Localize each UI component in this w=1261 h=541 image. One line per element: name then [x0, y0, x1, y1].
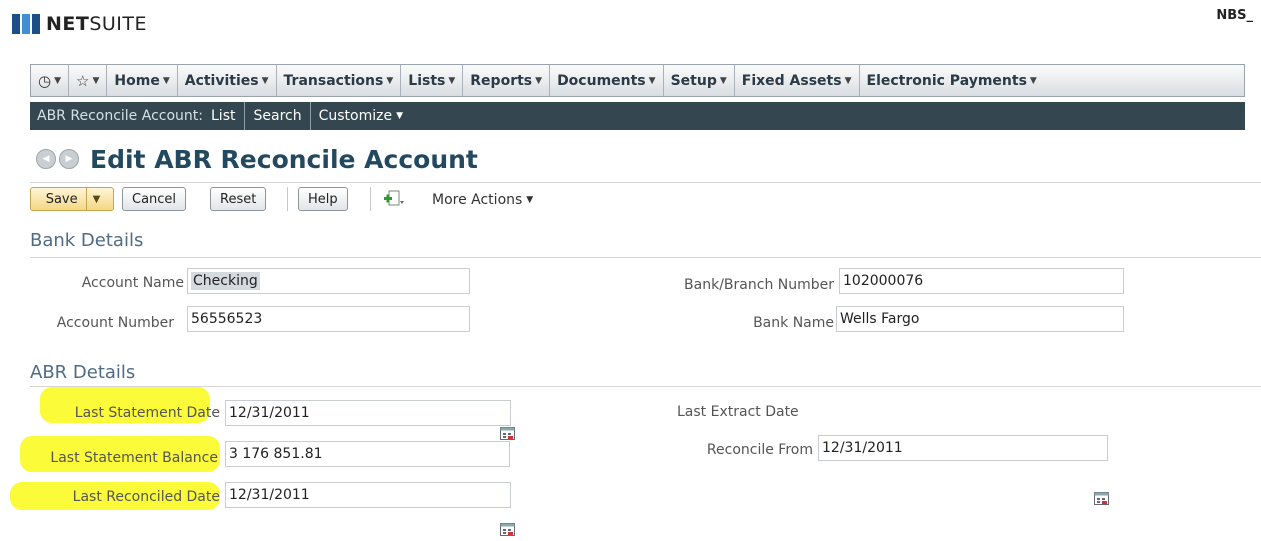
chevron-down-icon: ▼ — [396, 111, 404, 121]
reconcile-from-field[interactable]: 12/31/2011 — [818, 435, 1108, 461]
chevron-down-icon: ▼ — [719, 75, 727, 86]
last-reconciled-date-value: 12/31/2011 — [229, 487, 310, 503]
chevron-down-icon: ▼ — [386, 75, 394, 86]
reset-button[interactable]: Reset — [210, 187, 267, 211]
nav-label: Electronic Payments — [866, 72, 1027, 89]
nav-label: Transactions — [283, 72, 384, 89]
last-reconciled-date-label: Last Reconciled Date — [72, 489, 220, 505]
calendar-icon[interactable] — [1094, 491, 1110, 505]
toolbar-divider — [370, 187, 371, 211]
new-record-icon[interactable] — [383, 189, 405, 209]
chevron-down-icon: ▼ — [261, 75, 269, 86]
netsuite-logo[interactable]: NETSUITE — [12, 8, 147, 40]
chevron-down-icon: ▼ — [1029, 75, 1037, 86]
nav-label: Fixed Assets — [741, 72, 842, 89]
last-reconciled-date-field[interactable]: 12/31/2011 — [225, 482, 511, 508]
star-icon: ☆ — [76, 71, 90, 90]
user-label[interactable]: NBS_ — [1216, 8, 1253, 23]
nav-activities[interactable]: Activities ▼ — [178, 65, 277, 96]
chevron-down-icon: ▼ — [448, 75, 456, 86]
nav-label: Reports — [470, 72, 533, 89]
customize-label: Customize — [318, 108, 393, 124]
chevron-down-icon: ▼ — [162, 75, 170, 86]
list-link[interactable]: List — [209, 102, 244, 130]
logo-text: NETSUITE — [46, 13, 148, 35]
cancel-button[interactable]: Cancel — [122, 187, 187, 211]
chevron-down-icon: ▼ — [54, 75, 62, 86]
netsuite-logo-icon — [12, 12, 40, 36]
last-statement-balance-field[interactable]: 3 176 851.81 — [225, 441, 510, 467]
search-link[interactable]: Search — [244, 102, 309, 130]
account-name-field[interactable]: Checking — [187, 268, 470, 294]
chevron-down-icon: ▼ — [92, 75, 100, 86]
account-number-field[interactable]: 56556523 — [187, 306, 470, 332]
nav-label: Lists — [408, 72, 446, 89]
bank-name-label: Bank Name — [753, 315, 834, 331]
account-number-value: 56556523 — [191, 311, 263, 327]
next-record-icon[interactable]: ▶ — [59, 149, 79, 169]
nav-label: Home — [114, 72, 160, 89]
reconcile-from-label: Reconcile From — [706, 442, 813, 458]
help-button[interactable]: Help — [298, 187, 348, 211]
nav-label: Documents — [557, 72, 646, 89]
record-subnav: ABR Reconcile Account: List Search Custo… — [30, 102, 1245, 130]
nav-label: Setup — [670, 72, 717, 89]
record-type-label: ABR Reconcile Account: — [37, 108, 203, 124]
recent-records-menu[interactable]: ◷ ▼ — [31, 65, 70, 96]
nav-documents[interactable]: Documents ▼ — [550, 65, 664, 96]
page-title: Edit ABR Reconcile Account — [90, 144, 478, 174]
chevron-down-icon: ▼ — [535, 75, 543, 86]
clock-icon: ◷ — [38, 71, 52, 90]
bank-name-value: Wells Fargo — [840, 311, 920, 327]
branch-number-field[interactable]: 102000076 — [839, 268, 1124, 294]
nav-setup[interactable]: Setup ▼ — [664, 65, 735, 96]
save-options-chevron-icon[interactable]: ▼ — [87, 188, 107, 210]
nav-transactions[interactable]: Transactions ▼ — [277, 65, 402, 96]
last-statement-date-label: Last Statement Date — [74, 405, 220, 421]
more-actions-menu[interactable]: More Actions ▼ — [432, 192, 533, 208]
account-name-label: Account Name — [81, 275, 184, 291]
last-statement-date-field[interactable]: 12/31/2011 — [225, 400, 511, 426]
abr-details-title: ABR Details — [30, 362, 136, 383]
more-actions-label: More Actions — [432, 192, 523, 208]
last-extract-date-label: Last Extract Date — [677, 404, 799, 420]
calendar-icon[interactable] — [500, 522, 516, 536]
save-button[interactable]: Save ▼ — [30, 187, 114, 211]
last-statement-balance-value: 3 176 851.81 — [229, 446, 323, 462]
bank-details-title: Bank Details — [30, 230, 144, 251]
account-number-label: Account Number — [56, 315, 174, 331]
main-nav: ◷ ▼ ☆ ▼ Home ▼ Activities ▼ Transactions ▼ Li… — [30, 64, 1245, 97]
branch-number-value: 102000076 — [843, 273, 924, 289]
bank-name-field[interactable]: Wells Fargo — [836, 306, 1124, 332]
nav-lists[interactable]: Lists ▼ — [401, 65, 464, 96]
calendar-icon[interactable] — [500, 426, 516, 440]
shortcuts-menu[interactable]: ☆ ▼ — [69, 65, 108, 96]
last-statement-balance-label: Last Statement Balance — [50, 450, 218, 466]
chevron-down-icon: ▼ — [526, 195, 534, 205]
nav-fixed-assets[interactable]: Fixed Assets ▼ — [735, 65, 860, 96]
toolbar-divider — [287, 187, 288, 211]
nav-label: Activities — [184, 72, 259, 89]
save-label: Save — [38, 188, 87, 210]
customize-menu[interactable]: Customize ▼ — [309, 102, 411, 130]
title-divider — [30, 182, 1261, 183]
previous-record-icon[interactable]: ◀ — [36, 149, 56, 169]
branch-number-label: Bank/Branch Number — [684, 277, 834, 293]
nav-home[interactable]: Home ▼ — [107, 65, 178, 96]
chevron-down-icon: ▼ — [648, 75, 656, 86]
nav-reports[interactable]: Reports ▼ — [463, 65, 551, 96]
chevron-down-icon: ▼ — [844, 75, 852, 86]
section-divider — [30, 386, 1261, 387]
last-statement-date-value: 12/31/2011 — [229, 405, 310, 421]
section-divider — [30, 257, 1261, 258]
title-row: ◀ ▶ Edit ABR Reconcile Account — [36, 141, 478, 177]
reconcile-from-value: 12/31/2011 — [822, 440, 903, 456]
nav-electronic-payments[interactable]: Electronic Payments ▼ — [860, 65, 1044, 96]
account-name-value: Checking — [191, 272, 260, 290]
